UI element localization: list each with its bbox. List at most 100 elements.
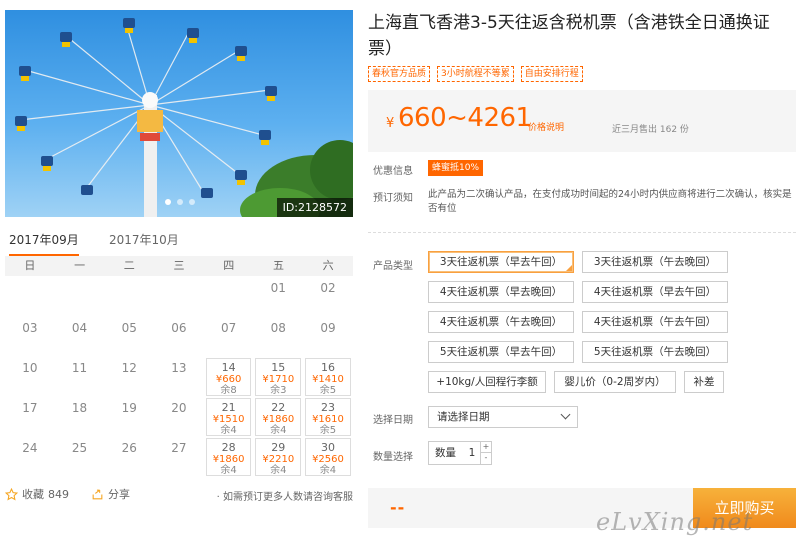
share-icon xyxy=(92,489,103,499)
option-4day-noon-late[interactable]: 4天往返机票（午去晚回） xyxy=(428,311,574,333)
calendar-day-available[interactable]: 15 ¥1710 余3 xyxy=(255,358,302,396)
weekday-label: 四 xyxy=(223,259,235,272)
calendar-day-available[interactable]: 30 ¥2560 余4 xyxy=(305,438,351,476)
calendar-day-available[interactable]: 28 ¥1860 余4 xyxy=(205,438,252,476)
day-number: 17 xyxy=(22,401,38,415)
day-number: 01 xyxy=(270,281,286,295)
price-explanation-link[interactable]: 价格说明 xyxy=(528,120,564,133)
option-4day-early-late[interactable]: 4天往返机票（早去晚回） xyxy=(428,281,574,303)
calendar-day-available[interactable]: 22 ¥1860 余4 xyxy=(255,398,302,436)
product-title: 上海直飞香港3-5天往返含税机票（含港铁全日通换证票） xyxy=(368,13,770,59)
tab-month-2017-09[interactable]: 2017年09月 xyxy=(9,232,79,256)
calendar-day: 06 xyxy=(154,318,204,356)
product-photo[interactable]: ID:2128572 xyxy=(5,10,353,217)
calendar-day: 19 xyxy=(104,398,154,436)
quantity-decrease-button[interactable]: - xyxy=(480,453,491,464)
calendar-empty-cell xyxy=(154,278,204,316)
sold-count: 近三月售出 162 份 xyxy=(612,125,689,135)
day-price: ¥1860 xyxy=(212,454,245,465)
weekday-label: 一 xyxy=(74,259,86,272)
product-tag: 自由安排行程 xyxy=(520,66,583,82)
calendar-day: 17 xyxy=(5,398,55,436)
price-range: 660~4261 xyxy=(398,103,532,133)
option-extra-baggage[interactable]: +10kg/人回程行李额 xyxy=(428,371,546,393)
day-number: 13 xyxy=(171,361,187,375)
calendar-day-available[interactable]: 21 ¥1510 余4 xyxy=(205,398,252,436)
option-price-difference[interactable]: 补差 xyxy=(684,371,724,393)
photo-id-label: ID:2128572 xyxy=(276,198,353,217)
option-5day-early-noon[interactable]: 5天往返机票（早去午回） xyxy=(428,341,574,363)
calendar-day-available[interactable]: 16 ¥1410 余5 xyxy=(305,358,351,396)
product-tags: 春秋官方品质 3小时航程不等累 自由安排行程 xyxy=(368,66,583,82)
quantity-input[interactable]: 1 xyxy=(464,442,480,464)
favorite-label: 收藏 xyxy=(22,488,44,501)
calendar-day: 05 xyxy=(104,318,154,356)
carousel-dot[interactable] xyxy=(189,199,195,205)
star-icon xyxy=(5,487,18,500)
favorite-button[interactable]: 收藏 849 xyxy=(5,486,69,502)
calendar-day: 12 xyxy=(104,358,154,396)
day-price: ¥1510 xyxy=(212,414,245,425)
booking-notice-text: 此产品为二次确认产品，在支付成功时间起的24小时内供应商将进行二次确认，核实是否… xyxy=(428,189,792,214)
carousel-dot[interactable] xyxy=(177,199,183,205)
option-3day-noon-late[interactable]: 3天往返机票（午去晚回） xyxy=(582,251,728,273)
day-stock: 余8 xyxy=(220,385,237,396)
day-number: 11 xyxy=(71,361,88,375)
option-4day-early-noon[interactable]: 4天往返机票（早去午回） xyxy=(582,281,728,303)
calendar-day-available[interactable]: 23 ¥1610 余5 xyxy=(305,398,351,436)
day-number: 21 xyxy=(221,401,236,414)
carousel-dots[interactable] xyxy=(165,199,195,205)
day-number: 26 xyxy=(121,441,137,455)
select-qty-label: 数量选择 xyxy=(373,452,413,463)
calendar-weekday-header: 日 一 二 三 四 五 六 xyxy=(5,256,353,276)
day-number: 20 xyxy=(171,401,187,415)
day-price: ¥1610 xyxy=(312,414,344,425)
day-number: 12 xyxy=(121,361,137,375)
calendar-day: 20 xyxy=(154,398,204,436)
favorite-count: 849 xyxy=(48,487,69,501)
option-3day-early-noon[interactable]: 3天往返机票（早去午回） xyxy=(428,251,574,273)
month-tabs: 2017年09月 2017年10月 xyxy=(5,232,353,256)
calendar-empty-cell xyxy=(5,278,55,316)
option-4day-noon-noon[interactable]: 4天往返机票（午去午回） xyxy=(582,311,728,333)
carousel-dot[interactable] xyxy=(165,199,171,205)
date-select-dropdown[interactable]: 请选择日期 xyxy=(428,406,578,428)
day-number: 05 xyxy=(121,321,137,335)
day-price: ¥2210 xyxy=(262,454,295,465)
ferris-swing-illustration xyxy=(15,18,353,217)
calendar-day: 11 xyxy=(55,358,105,396)
tab-month-2017-10[interactable]: 2017年10月 xyxy=(109,232,179,256)
calendar-week-row: 24 25 26 27 28 ¥1860 余4 29 ¥2210 余4 30 ¥2560 余4 xyxy=(5,438,353,478)
day-number: 30 xyxy=(320,441,335,454)
quantity-increase-button[interactable]: + xyxy=(480,442,491,453)
calendar-day-available[interactable]: 29 ¥2210 余4 xyxy=(255,438,302,476)
day-number: 07 xyxy=(220,321,237,335)
day-number: 08 xyxy=(270,321,286,335)
social-bar: 收藏 849 分享 · 如需预订更多人数请咨询客服 xyxy=(5,486,353,504)
promo-label: 优惠信息 xyxy=(373,166,413,177)
day-number: 15 xyxy=(271,361,286,374)
day-stock: 余3 xyxy=(270,385,287,396)
calendar-day: 07 xyxy=(204,318,254,356)
day-price: ¥1710 xyxy=(262,374,295,385)
calendar-day: 27 xyxy=(154,438,204,476)
calendar-day: 02 xyxy=(303,278,353,316)
calendar-week-row: 03 04 05 06 07 08 09 xyxy=(5,318,353,358)
day-stock: 余4 xyxy=(220,425,237,436)
promo-badge: 蜂蜜抵10% xyxy=(428,160,484,176)
day-number: 06 xyxy=(171,321,187,335)
day-number: 10 xyxy=(22,361,38,375)
calendar-grid: 01 02 03 04 05 06 07 08 09 10 11 12 13 14 ¥660 余8 15 ¥171… xyxy=(5,278,353,478)
weekday-label: 日 xyxy=(24,259,36,272)
day-price: ¥2560 xyxy=(312,454,344,465)
consult-note: · 如需预订更多人数请咨询客服 xyxy=(216,492,353,503)
calendar-week-row: 01 02 xyxy=(5,278,353,318)
calendar-day-available[interactable]: 14 ¥660 余8 xyxy=(205,358,252,396)
day-number: 24 xyxy=(22,441,38,455)
price-box: ¥ 660~4261 价格说明 近三月售出 162 份 xyxy=(368,90,796,152)
option-infant-price[interactable]: 婴儿价（0-2周岁内） xyxy=(554,371,676,393)
day-price: ¥1860 xyxy=(262,414,295,425)
share-button[interactable]: 分享 xyxy=(91,486,130,502)
option-5day-noon-late[interactable]: 5天往返机票（午去晚回） xyxy=(582,341,728,363)
product-tag: 3小时航程不等累 xyxy=(437,66,514,82)
